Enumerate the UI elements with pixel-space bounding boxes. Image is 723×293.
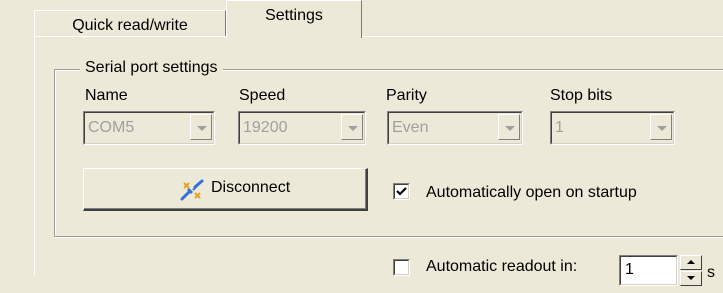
parity-label: Parity	[386, 87, 427, 104]
tab-label: Settings	[265, 7, 323, 24]
readout-interval-value: 1	[625, 261, 634, 278]
group-title: Serial port settings	[80, 59, 223, 77]
parity-select[interactable]: Even	[387, 111, 523, 145]
tab-label: Quick read/write	[72, 17, 188, 34]
checkmark-icon	[396, 187, 407, 196]
disconnect-label: Disconnect	[211, 179, 291, 196]
auto-readout-label: Automatic readout in:	[426, 258, 578, 275]
auto-open-label: Automatically open on startup	[426, 184, 637, 201]
speed-select[interactable]: 19200	[238, 111, 366, 145]
chevron-down-icon[interactable]	[190, 114, 212, 140]
tab-settings[interactable]: Settings	[226, 0, 362, 40]
chevron-down-icon[interactable]	[498, 114, 520, 140]
spin-up-icon[interactable]	[680, 255, 702, 270]
chevron-down-icon[interactable]	[341, 114, 363, 140]
stop-bits-label: Stop bits	[550, 87, 613, 104]
readout-interval-input[interactable]: 1	[619, 255, 678, 286]
readout-unit-label: s	[707, 264, 715, 281]
stop-bits-value: 1	[555, 119, 564, 136]
disconnect-button[interactable]: Disconnect	[83, 168, 368, 211]
auto-readout-checkbox[interactable]	[393, 259, 410, 276]
auto-open-checkbox[interactable]	[393, 183, 410, 200]
speed-label: Speed	[239, 87, 286, 104]
chevron-down-icon[interactable]	[650, 114, 672, 140]
name-select[interactable]: COM5	[83, 111, 215, 145]
name-value: COM5	[88, 119, 135, 136]
parity-value: Even	[392, 119, 429, 136]
spin-down-icon[interactable]	[680, 271, 702, 286]
disconnect-plug-icon	[180, 179, 204, 201]
name-label: Name	[85, 87, 128, 104]
tab-quick-read-write[interactable]: Quick read/write	[34, 10, 226, 36]
speed-value: 19200	[243, 119, 288, 136]
stop-bits-select[interactable]: 1	[550, 111, 675, 145]
